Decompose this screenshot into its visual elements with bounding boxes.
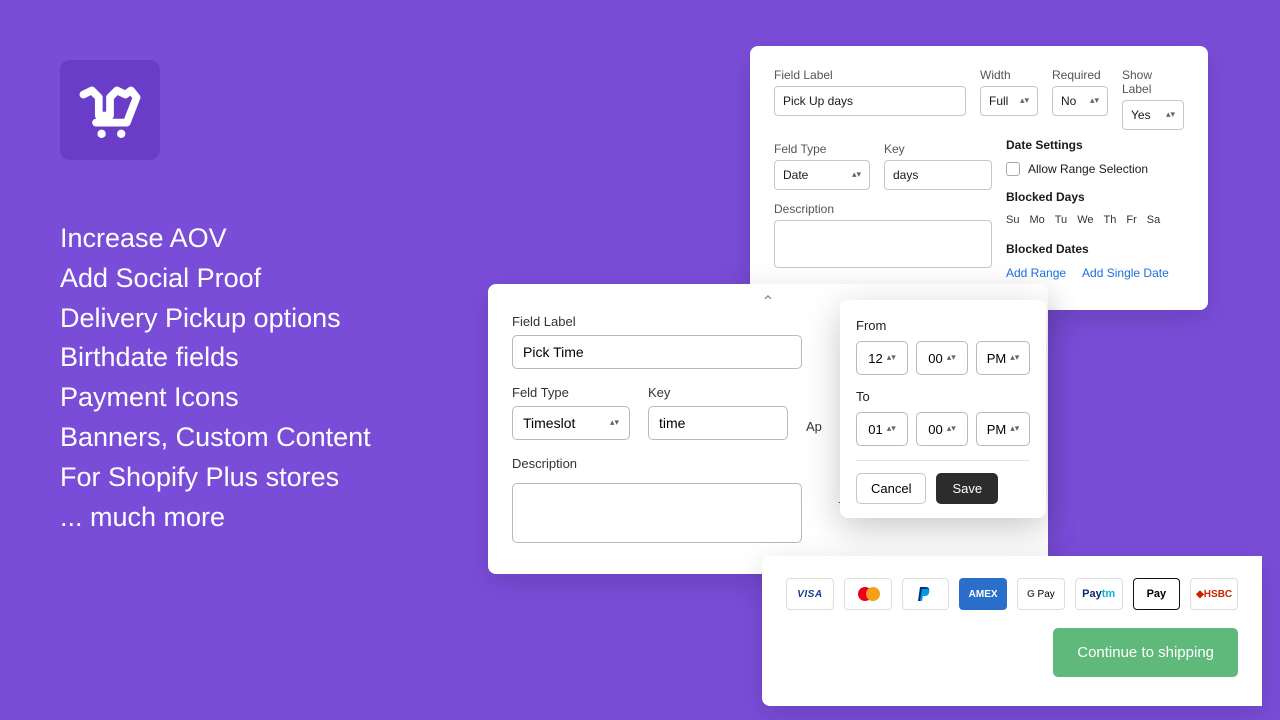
day-toggle[interactable]: Tu [1055,214,1067,226]
add-single-date-link[interactable]: Add Single Date [1082,266,1169,280]
chevron-icon: ▴▾ [1010,426,1019,431]
ap-label: Ap [806,419,822,434]
blocked-days-title: Blocked Days [1006,190,1184,204]
paytm-icon: Paytm [1075,578,1123,610]
chevron-icon: ▴▾ [887,355,896,360]
chevron-icon: ▴▾ [947,355,956,360]
field-type-title: Feld Type [774,142,870,156]
to-ampm-select[interactable]: PM▴▾ [976,412,1030,446]
to-label: To [856,389,1030,404]
width-select[interactable]: Full▴▾ [980,86,1038,116]
chevron-icon: ▴▾ [1166,112,1175,117]
save-button[interactable]: Save [936,473,998,504]
show-label-title: Show Label [1122,68,1184,96]
description-textarea[interactable] [512,483,802,543]
field-label-input[interactable]: Pick Up days [774,86,966,116]
cancel-button[interactable]: Cancel [856,473,926,504]
required-select[interactable]: No▴▾ [1052,86,1108,116]
day-toggle[interactable]: Sa [1147,214,1160,226]
key-input[interactable]: days [884,160,992,190]
from-ampm-select[interactable]: PM▴▾ [976,341,1030,375]
day-toggle[interactable]: Mo [1029,214,1044,226]
key-title: Key [884,142,992,156]
feature-list: Increase AOV Add Social Proof Delivery P… [60,220,371,538]
visa-icon: VISA [786,578,834,610]
paypal-icon [902,578,950,610]
chevron-icon: ▴▾ [852,172,861,177]
feature-item: Birthdate fields [60,339,371,377]
chevron-icon: ▴▾ [1010,355,1019,360]
description-title: Description [512,456,802,471]
allow-range-checkbox[interactable]: Allow Range Selection [1006,162,1184,176]
mastercard-icon [844,578,892,610]
continue-to-shipping-button[interactable]: Continue to shipping [1053,628,1238,677]
from-hour-select[interactable]: 12▴▾ [856,341,908,375]
field-type-select[interactable]: Timeslot▴▾ [512,406,630,440]
gpay-icon: G Pay [1017,578,1065,610]
checkout-card: VISA AMEX G Pay Paytm Pay ◆HSBC Continue… [762,556,1262,706]
hsbc-icon: ◆HSBC [1190,578,1238,610]
day-toggle[interactable]: Su [1006,214,1019,226]
divider [856,460,1030,461]
field-type-title: Feld Type [512,385,630,400]
chevron-icon: ▴▾ [610,420,619,425]
to-hour-select[interactable]: 01▴▾ [856,412,908,446]
feature-item: Add Social Proof [60,260,371,298]
day-toggle[interactable]: Th [1104,214,1117,226]
blocked-dates-title: Blocked Dates [1006,242,1184,256]
feature-item: For Shopify Plus stores [60,459,371,497]
app-logo [60,60,160,160]
chevron-icon: ▴▾ [947,426,956,431]
description-title: Description [774,202,992,216]
feature-item: ... much more [60,499,371,537]
applepay-icon: Pay [1133,578,1181,610]
from-label: From [856,318,1030,333]
key-title: Key [648,385,788,400]
payment-icons-row: VISA AMEX G Pay Paytm Pay ◆HSBC [786,578,1238,610]
chevron-icon: ▴▾ [1020,98,1029,103]
checkbox-icon [1006,162,1020,176]
feature-item: Banners, Custom Content [60,419,371,457]
key-input[interactable]: time [648,406,788,440]
date-field-config-card: Field Label Pick Up days Width Full▴▾ Re… [750,46,1208,310]
feature-item: Increase AOV [60,220,371,258]
description-textarea[interactable] [774,220,992,268]
chevron-icon: ▴▾ [1090,98,1099,103]
amex-icon: AMEX [959,578,1007,610]
time-range-popover: From 12▴▾ 00▴▾ PM▴▾ To 01▴▾ 00▴▾ PM▴▾ Ca… [840,300,1046,518]
to-minute-select[interactable]: 00▴▾ [916,412,968,446]
required-title: Required [1052,68,1108,82]
add-range-link[interactable]: Add Range [1006,266,1066,280]
width-title: Width [980,68,1038,82]
collapse-chevron-icon[interactable]: ⌃ [761,292,774,312]
chevron-icon: ▴▾ [887,426,896,431]
day-toggle[interactable]: Fr [1126,214,1136,226]
field-type-select[interactable]: Date▴▾ [774,160,870,190]
from-minute-select[interactable]: 00▴▾ [916,341,968,375]
day-toggle[interactable]: We [1077,214,1093,226]
date-settings-title: Date Settings [1006,138,1184,152]
field-label-input[interactable]: Pick Time [512,335,802,369]
feature-item: Payment Icons [60,379,371,417]
show-label-select[interactable]: Yes▴▾ [1122,100,1184,130]
feature-item: Delivery Pickup options [60,300,371,338]
field-label-title: Field Label [774,68,966,82]
